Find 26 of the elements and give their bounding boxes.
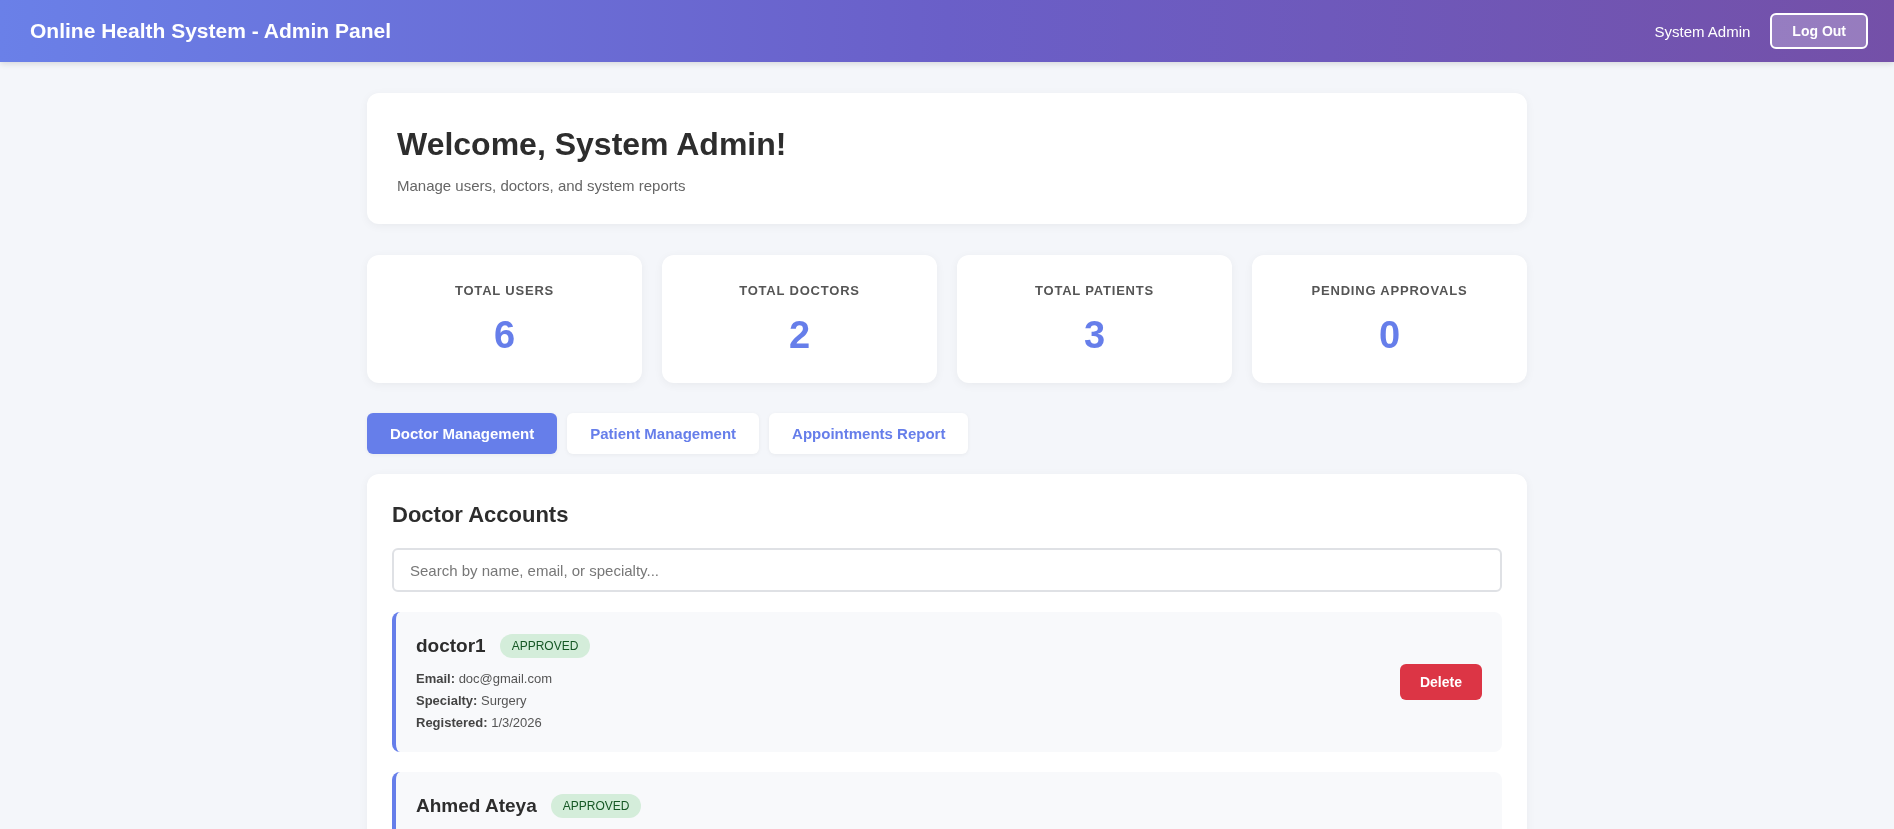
stat-value: 2 <box>788 314 811 357</box>
tab[interactable]: Patient Management <box>567 413 760 454</box>
doctor-detail: Registered: 1/3/2026 <box>416 715 543 730</box>
stat-value: 6 <box>493 314 516 357</box>
delete-button[interactable]: Delete <box>1399 664 1482 700</box>
panel-title: Doctor Accounts <box>392 502 570 528</box>
doctor-detail: Specialty: Surgery <box>416 693 528 708</box>
doctor-detail: Email: doc@gmail.com <box>416 671 554 686</box>
tab[interactable]: Appointments Report <box>769 413 969 454</box>
stat-label: TOTAL DOCTORS <box>739 283 860 298</box>
stat-value: 3 <box>1083 314 1106 357</box>
stat-label: TOTAL USERS <box>454 283 555 298</box>
stat-label: PENDING APPROVALS <box>1311 283 1468 298</box>
doctor-name: doctor1 <box>416 635 486 657</box>
logout-button[interactable]: Log Out <box>1770 13 1868 49</box>
welcome-subtitle: Manage users, doctors, and system reports <box>397 177 687 194</box>
status-badge: APPROVED <box>550 794 642 818</box>
search-field[interactable]: Search by name, email, or specialty... <box>392 548 1502 592</box>
tab[interactable]: Doctor Management <box>367 413 558 454</box>
stat-label: TOTAL PATIENTS <box>1034 283 1155 298</box>
stat-value: 0 <box>1378 314 1401 357</box>
doctor-name: Ahmed Ateya <box>416 795 537 817</box>
welcome-title: Welcome, System Admin! <box>397 126 788 163</box>
app-title: Online Health System - Admin Panel <box>30 19 391 43</box>
user-name: System Admin <box>1654 22 1751 40</box>
status-badge: APPROVED <box>499 634 591 658</box>
